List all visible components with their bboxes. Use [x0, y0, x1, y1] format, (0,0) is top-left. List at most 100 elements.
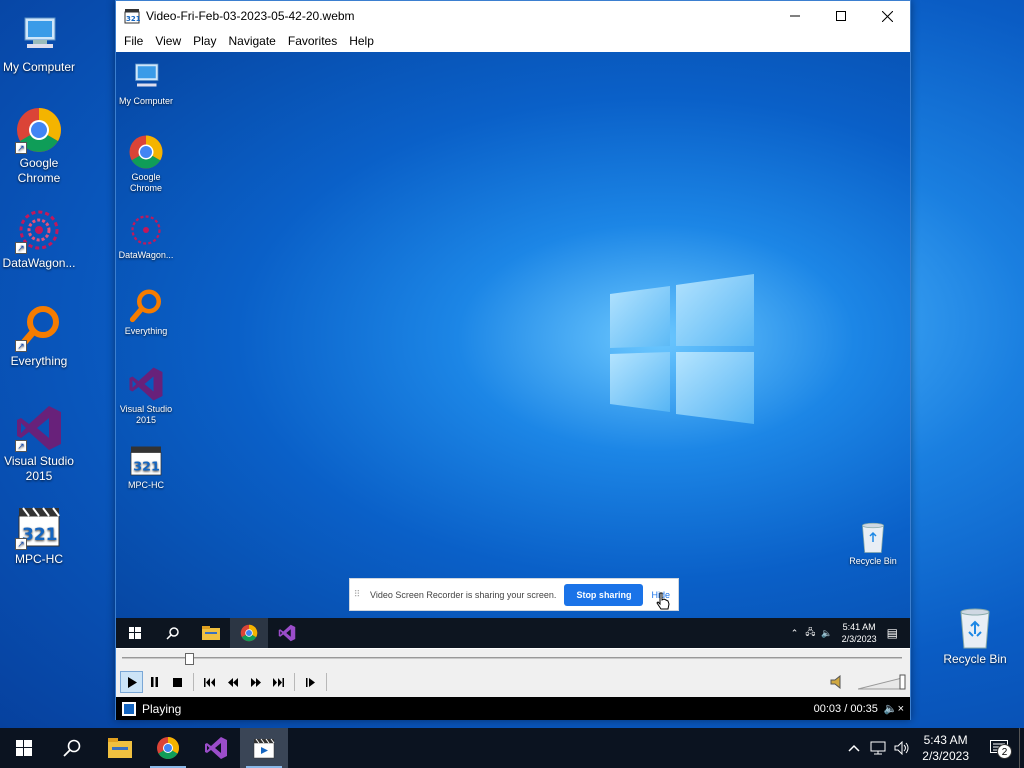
- mpc-hc-icon: 321: [124, 8, 141, 24]
- video-area[interactable]: My Computer Google Chrome DataWagon... E…: [116, 52, 910, 648]
- previous-button[interactable]: [198, 671, 221, 693]
- desktop-icon-everything[interactable]: ↗ Everything: [0, 304, 78, 369]
- show-desktop-button[interactable]: [1019, 728, 1024, 768]
- clock-time: 5:43 AM: [923, 733, 968, 747]
- taskbar-visual-studio[interactable]: [192, 728, 240, 768]
- notification-center-icon: ▤: [886, 626, 898, 640]
- desktop-icon-datawagon[interactable]: ↗ DataWagon...: [0, 206, 78, 271]
- network-button[interactable]: [866, 728, 890, 768]
- chrome-icon: [157, 737, 179, 759]
- seek-thumb[interactable]: [185, 653, 195, 665]
- desktop-icon-label: Google Chrome: [17, 156, 61, 185]
- menu-file[interactable]: File: [118, 34, 149, 48]
- visual-studio-icon: [205, 737, 227, 759]
- desktop-icon-google-chrome[interactable]: ↗ Google Chrome: [0, 106, 78, 186]
- divider: [294, 673, 295, 691]
- divider: [193, 673, 194, 691]
- close-icon: [881, 10, 893, 22]
- datawagon-icon: [128, 212, 164, 248]
- menu-help[interactable]: Help: [343, 34, 380, 48]
- desktop-icon-label: Everything: [10, 354, 68, 368]
- chevron-up-icon: [848, 744, 860, 752]
- mpc-hc-window: 321 Video-Fri-Feb-03-2023-05-42-20.webm …: [115, 0, 911, 720]
- video-desktop-icon-visual-studio: Visual Studio 2015: [116, 366, 177, 426]
- shortcut-arrow-icon: ↗: [15, 440, 27, 452]
- seek-bar[interactable]: [116, 649, 910, 667]
- menu-navigate[interactable]: Navigate: [222, 34, 281, 48]
- network-icon: 🖧: [805, 627, 816, 637]
- svg-text:321: 321: [126, 15, 140, 23]
- windows-start-icon: [16, 740, 32, 756]
- shortcut-arrow-icon: ↗: [15, 242, 27, 254]
- mpc-hc-icon: 321: [128, 442, 164, 478]
- start-button[interactable]: [0, 728, 48, 768]
- desktop-icon-label: DataWagon...: [2, 256, 76, 270]
- svg-text:321: 321: [22, 525, 58, 545]
- menu-favorites[interactable]: Favorites: [282, 34, 343, 48]
- next-icon: [273, 677, 284, 687]
- desktop-icon-recycle-bin[interactable]: Recycle Bin: [936, 602, 1014, 667]
- stop-icon: [173, 677, 182, 687]
- desktop-icon-visual-studio[interactable]: ↗ Visual Studio 2015: [0, 404, 78, 484]
- search-icon: [154, 618, 192, 648]
- frame-step-button[interactable]: [299, 671, 322, 693]
- title-bar[interactable]: 321 Video-Fri-Feb-03-2023-05-42-20.webm: [116, 1, 910, 31]
- volume-button[interactable]: [890, 728, 914, 768]
- video-desktop-icon-datawagon: DataWagon...: [116, 212, 177, 261]
- maximize-button[interactable]: [818, 1, 864, 31]
- seek-track[interactable]: [122, 657, 902, 659]
- desktop-icon-mpc-hc[interactable]: 321 ↗ MPC-HC: [0, 502, 78, 567]
- close-button[interactable]: [864, 1, 910, 31]
- mpc-hc-icon: [253, 738, 275, 759]
- menu-bar: File View Play Navigate Favorites Help: [116, 31, 910, 51]
- volume-slider[interactable]: [857, 672, 906, 692]
- speaker-button[interactable]: [828, 672, 848, 692]
- mpc-hc-icon: 321 ↗: [15, 502, 63, 550]
- clock[interactable]: 5:43 AM 2/3/2023: [922, 732, 969, 764]
- forward-button[interactable]: [244, 671, 267, 693]
- windows-start-icon: [116, 618, 154, 648]
- taskbar-file-explorer[interactable]: [96, 728, 144, 768]
- video-system-tray: ⌃ 🖧 🔈 5:41 AM 2/3/2023 ▤: [787, 621, 910, 645]
- shortcut-arrow-icon: ↗: [15, 142, 27, 154]
- stop-button[interactable]: [166, 671, 189, 693]
- maximize-icon: [836, 11, 846, 21]
- stop-sharing-button: Stop sharing: [564, 583, 644, 606]
- volume-icon: [894, 741, 909, 755]
- video-icon-label: Everything: [124, 326, 168, 336]
- pause-button[interactable]: [143, 671, 166, 693]
- video-desktop-icon-mpc-hc: 321 MPC-HC: [116, 442, 177, 491]
- network-icon: [870, 741, 886, 755]
- system-tray: 5:43 AM 2/3/2023 2: [842, 728, 1024, 768]
- playback-state: Playing: [142, 701, 182, 716]
- hand-cursor-icon: [656, 592, 670, 609]
- search-button[interactable]: [48, 728, 96, 768]
- rewind-button[interactable]: [221, 671, 244, 693]
- show-hidden-icons-button[interactable]: [842, 728, 866, 768]
- taskbar-chrome[interactable]: [144, 728, 192, 768]
- desktop-icon-label: Recycle Bin: [943, 652, 1007, 666]
- video-desktop-icon-recycle-bin: Recycle Bin: [842, 518, 904, 567]
- play-button[interactable]: [120, 671, 143, 693]
- minimize-icon: [790, 15, 800, 17]
- playback-controls: [116, 667, 910, 697]
- video-icon-label: My Computer: [118, 96, 173, 106]
- taskbar: 5:43 AM 2/3/2023 2: [0, 728, 1024, 768]
- windows-logo-wallpaper: [610, 274, 754, 424]
- menu-view[interactable]: View: [149, 34, 187, 48]
- desktop-icon-label: Visual Studio 2015: [4, 454, 74, 483]
- rewind-icon: [227, 677, 238, 687]
- status-bar: Playing 00:03 / 00:35 🔈×: [116, 697, 910, 720]
- menu-play[interactable]: Play: [187, 34, 222, 48]
- recycle-bin-icon: [855, 518, 891, 554]
- action-center-button[interactable]: 2: [979, 728, 1019, 768]
- next-button[interactable]: [267, 671, 290, 693]
- minimize-button[interactable]: [772, 1, 818, 31]
- pause-icon: [151, 677, 158, 687]
- window-title: Video-Fri-Feb-03-2023-05-42-20.webm: [146, 9, 355, 23]
- recycle-bin-icon: [951, 602, 999, 650]
- taskbar-mpc-hc[interactable]: [240, 728, 288, 768]
- mute-icon[interactable]: 🔈×: [884, 702, 904, 715]
- desktop-icon-my-computer[interactable]: My Computer: [0, 10, 78, 75]
- shortcut-arrow-icon: ↗: [15, 538, 27, 550]
